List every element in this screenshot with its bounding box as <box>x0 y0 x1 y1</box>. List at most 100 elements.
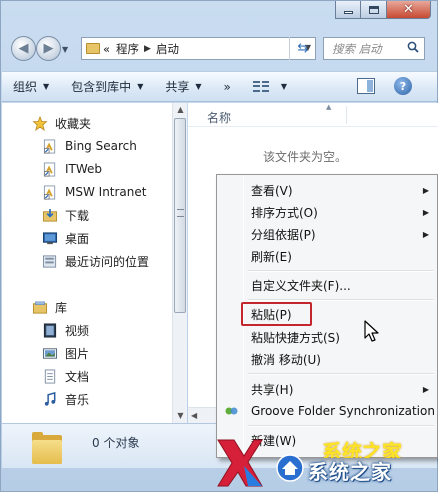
folder-icon <box>32 432 62 464</box>
folder-icon <box>86 43 100 54</box>
menu-separator <box>248 299 434 301</box>
sidebar-item-downloads[interactable]: 下载 <box>42 205 89 225</box>
share-label: 共享 <box>165 80 190 94</box>
sidebar-item-recent-places[interactable]: 最近访问的位置 <box>42 251 149 271</box>
scroll-left-icon[interactable]: ◀ <box>191 411 197 420</box>
sidebar-item-label: 视频 <box>65 323 90 338</box>
video-library-icon <box>43 322 57 338</box>
help-button[interactable]: ? <box>394 77 412 95</box>
back-arrow-icon: ◀ <box>18 41 29 56</box>
paste-highlight-box <box>241 302 312 326</box>
sidebar-item-videos[interactable]: 视频 <box>42 320 89 340</box>
menu-item-customize-folder[interactable]: 自定义文件夹(F)... <box>219 274 435 296</box>
sidebar-item-favorites[interactable]: 收藏夹 <box>32 113 91 133</box>
change-view-button[interactable]: ▼ <box>242 72 298 101</box>
close-button[interactable]: ✕ <box>387 1 431 19</box>
include-in-library-button[interactable]: 包含到库中 ▼ <box>60 72 154 101</box>
submenu-arrow-icon: ▶ <box>422 384 429 394</box>
menu-separator <box>248 373 434 375</box>
desktop-icon <box>42 231 58 244</box>
sidebar-item-desktop[interactable]: 桌面 <box>42 228 89 248</box>
chevron-down-icon: ▼ <box>195 82 202 91</box>
watermark-site-name: 系统之家 <box>308 460 392 484</box>
grip-icon <box>177 209 184 217</box>
breadcrumb-overflow[interactable]: « <box>100 42 113 56</box>
preview-pane-button[interactable] <box>357 78 375 94</box>
menu-separator <box>248 270 434 272</box>
organize-menu-button[interactable]: 组织 ▼ <box>2 72 60 101</box>
address-bar[interactable]: « 程序 ▶ 启动 ▼ <box>81 37 316 60</box>
menu-item-undo-move[interactable]: 撤消 移动(U) <box>219 348 435 370</box>
maximize-button[interactable] <box>361 1 387 19</box>
scroll-up-icon[interactable]: ▲ <box>173 103 188 117</box>
forward-button[interactable]: ▶ <box>36 36 61 61</box>
scroll-down-icon[interactable]: ▼ <box>173 409 188 423</box>
sidebar-item-label: Bing Search <box>65 139 137 153</box>
context-menu: 查看(V) ▶ 排序方式(O) ▶ 分组依据(P) ▶ 刷新(E) 自定义文件夹… <box>216 174 438 458</box>
column-header-name[interactable]: 名称 <box>207 109 231 126</box>
menu-item-view[interactable]: 查看(V) ▶ <box>219 179 435 201</box>
library-icon <box>32 301 48 314</box>
sidebar-item-label: 音乐 <box>65 392 90 407</box>
menu-item-label: 自定义文件夹(F)... <box>251 278 351 293</box>
minimize-icon <box>343 10 353 14</box>
maximize-icon <box>368 5 379 14</box>
organize-label: 组织 <box>13 80 38 94</box>
breadcrumb-item[interactable]: 程序 <box>113 41 142 57</box>
menu-item-groove-sync[interactable]: Groove Folder Synchronization <box>219 400 435 422</box>
menu-item-sort-by[interactable]: 排序方式(O) ▶ <box>219 201 435 223</box>
menu-item-label: 共享(H) <box>251 382 294 397</box>
sidebar-item-pictures[interactable]: 图片 <box>42 343 89 363</box>
sidebar-item-msw-intranet[interactable]: MSW Intranet <box>42 182 146 202</box>
sidebar-item-documents[interactable]: 文档 <box>42 366 89 386</box>
menu-item-share[interactable]: 共享(H) ▶ <box>219 378 435 400</box>
sidebar-item-label: 桌面 <box>65 231 90 246</box>
menu-item-group-by[interactable]: 分组依据(P) ▶ <box>219 223 435 245</box>
sidebar-item-label: 收藏夹 <box>55 116 92 131</box>
sidebar-item-label: 图片 <box>65 346 90 361</box>
menu-item-refresh[interactable]: 刷新(E) <box>219 245 435 267</box>
column-header-row: 名称 ▲ <box>188 103 438 127</box>
breadcrumb-item[interactable]: 启动 <box>153 41 182 57</box>
refresh-button[interactable]: ⇆ <box>289 37 316 60</box>
more-commands-button[interactable]: » <box>213 72 242 101</box>
sidebar-item-bing-search[interactable]: Bing Search <box>42 136 137 156</box>
scroll-thumb[interactable] <box>174 118 186 313</box>
sidebar-item-itweb[interactable]: ITWeb <box>42 159 102 179</box>
sidebar-item-music[interactable]: 音乐 <box>42 389 89 409</box>
sidebar-item-label: MSW Intranet <box>65 185 147 199</box>
sidebar-item-label: 库 <box>55 300 68 315</box>
music-library-icon <box>44 391 56 406</box>
chevron-down-icon: ▼ <box>43 82 50 91</box>
more-label: » <box>223 79 231 94</box>
minimize-button[interactable] <box>335 1 361 19</box>
forward-arrow-icon: ▶ <box>43 41 54 56</box>
navigation-row: ◀ ▶ ▼ « 程序 ▶ 启动 ▼ ⇆ <box>1 31 437 65</box>
chevron-down-icon: ▼ <box>280 82 288 91</box>
menu-separator <box>248 425 434 427</box>
menu-item-label: 分组依据(P) <box>251 227 316 242</box>
navigation-pane-scrollbar[interactable]: ▲ ▼ <box>172 103 187 423</box>
menu-item-paste-shortcut[interactable]: 粘贴快捷方式(S) <box>219 326 435 348</box>
search-box <box>323 37 425 60</box>
recent-pages-dropdown-icon[interactable]: ▼ <box>62 45 68 54</box>
empty-folder-message: 该文件夹为空。 <box>263 150 348 164</box>
star-icon <box>32 115 48 131</box>
watermark-x-logo <box>217 439 263 487</box>
back-button[interactable]: ◀ <box>11 36 36 61</box>
caption-buttons: ✕ <box>335 1 431 21</box>
download-folder-icon <box>42 208 58 222</box>
search-icon[interactable] <box>407 41 419 53</box>
submenu-arrow-icon: ▶ <box>422 229 429 239</box>
sidebar-item-libraries[interactable]: 库 <box>32 297 67 317</box>
chevron-down-icon: ▼ <box>137 82 144 91</box>
column-divider[interactable] <box>346 106 347 124</box>
sidebar-item-label: 最近访问的位置 <box>65 254 150 269</box>
submenu-arrow-icon: ▶ <box>422 207 429 217</box>
search-input[interactable] <box>332 38 410 59</box>
recent-places-icon <box>42 254 57 268</box>
view-list-icon <box>252 80 269 93</box>
share-menu-button[interactable]: 共享 ▼ <box>154 72 212 101</box>
breadcrumb-separator-icon[interactable]: ▶ <box>142 44 153 54</box>
sidebar-item-label: ITWeb <box>65 162 103 176</box>
